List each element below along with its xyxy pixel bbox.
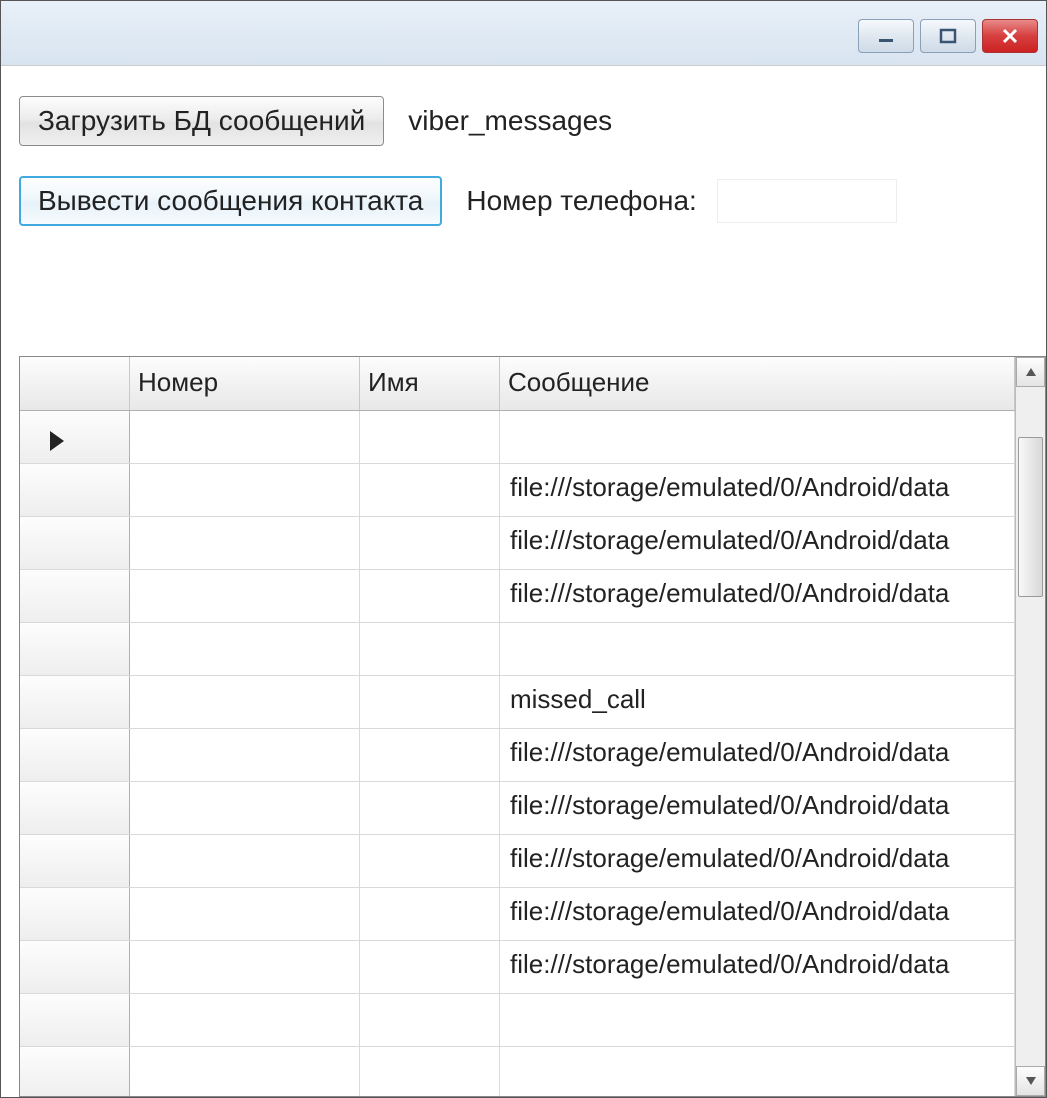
column-header-name[interactable]: Имя bbox=[360, 357, 500, 410]
table-row[interactable]: file:///storage/emulated/0/Android/data bbox=[20, 570, 1015, 623]
row-indicator bbox=[20, 994, 130, 1046]
vertical-scrollbar[interactable] bbox=[1015, 357, 1045, 1096]
cell-name bbox=[360, 941, 500, 993]
table-row[interactable] bbox=[20, 411, 1015, 464]
messages-grid[interactable]: Номер Имя Сообщение file:///storage/emul… bbox=[19, 356, 1046, 1097]
maximize-icon bbox=[938, 26, 958, 46]
cell-message: file:///storage/emulated/0/Android/data bbox=[500, 729, 1015, 781]
minimize-button[interactable] bbox=[858, 19, 914, 53]
cell-name bbox=[360, 623, 500, 675]
cell-number bbox=[130, 464, 360, 516]
table-row[interactable]: file:///storage/emulated/0/Android/data bbox=[20, 517, 1015, 570]
row-indicator bbox=[20, 1047, 130, 1096]
cell-message bbox=[500, 623, 1015, 675]
scroll-up-button[interactable] bbox=[1016, 357, 1045, 387]
db-name-label: viber_messages bbox=[408, 105, 612, 137]
cell-message: file:///storage/emulated/0/Android/data bbox=[500, 888, 1015, 940]
export-contact-messages-button[interactable]: Вывести сообщения контакта bbox=[19, 176, 442, 226]
minimize-icon bbox=[876, 26, 896, 46]
close-icon bbox=[1000, 26, 1020, 46]
app-window: Загрузить БД сообщений viber_messages Вы… bbox=[0, 0, 1047, 1098]
row-indicator bbox=[20, 411, 130, 463]
row-indicator bbox=[20, 676, 130, 728]
table-row[interactable]: file:///storage/emulated/0/Android/data bbox=[20, 835, 1015, 888]
cell-number bbox=[130, 888, 360, 940]
row-indicator bbox=[20, 835, 130, 887]
phone-number-input[interactable] bbox=[717, 179, 897, 223]
column-header-message[interactable]: Сообщение bbox=[500, 357, 1015, 410]
cell-name bbox=[360, 835, 500, 887]
cell-message: missed_call bbox=[500, 676, 1015, 728]
row-indicator bbox=[20, 729, 130, 781]
cell-name bbox=[360, 676, 500, 728]
cell-message bbox=[500, 411, 1015, 463]
titlebar bbox=[1, 1, 1046, 66]
cell-number bbox=[130, 676, 360, 728]
table-row[interactable]: missed_call bbox=[20, 676, 1015, 729]
cell-number bbox=[130, 623, 360, 675]
scroll-thumb[interactable] bbox=[1018, 437, 1043, 597]
cell-message bbox=[500, 994, 1015, 1046]
cell-name bbox=[360, 782, 500, 834]
cell-message bbox=[500, 1047, 1015, 1096]
cell-message: file:///storage/emulated/0/Android/data bbox=[500, 517, 1015, 569]
cell-number bbox=[130, 1047, 360, 1096]
chevron-up-icon bbox=[1025, 366, 1037, 378]
row-indicator bbox=[20, 941, 130, 993]
row-indicator bbox=[20, 782, 130, 834]
cell-number bbox=[130, 729, 360, 781]
load-db-button[interactable]: Загрузить БД сообщений bbox=[19, 96, 384, 146]
cell-message: file:///storage/emulated/0/Android/data bbox=[500, 941, 1015, 993]
cell-number bbox=[130, 411, 360, 463]
cell-number bbox=[130, 517, 360, 569]
cell-message: file:///storage/emulated/0/Android/data bbox=[500, 835, 1015, 887]
cell-name bbox=[360, 570, 500, 622]
table-row[interactable] bbox=[20, 623, 1015, 676]
grid-body: file:///storage/emulated/0/Android/dataf… bbox=[20, 411, 1015, 1096]
cell-message: file:///storage/emulated/0/Android/data bbox=[500, 570, 1015, 622]
cell-message: file:///storage/emulated/0/Android/data bbox=[500, 782, 1015, 834]
row-indicator bbox=[20, 570, 130, 622]
cell-message: file:///storage/emulated/0/Android/data bbox=[500, 464, 1015, 516]
toolbar: Загрузить БД сообщений viber_messages Вы… bbox=[1, 66, 1046, 266]
grid-header: Номер Имя Сообщение bbox=[20, 357, 1015, 411]
table-row[interactable]: file:///storage/emulated/0/Android/data bbox=[20, 464, 1015, 517]
cell-name bbox=[360, 729, 500, 781]
current-row-arrow-icon bbox=[50, 431, 64, 451]
maximize-button[interactable] bbox=[920, 19, 976, 53]
column-header-indicator[interactable] bbox=[20, 357, 130, 410]
cell-name bbox=[360, 1047, 500, 1096]
table-row[interactable]: file:///storage/emulated/0/Android/data bbox=[20, 888, 1015, 941]
cell-number bbox=[130, 782, 360, 834]
phone-number-label: Номер телефона: bbox=[466, 185, 696, 217]
table-row[interactable]: file:///storage/emulated/0/Android/data bbox=[20, 729, 1015, 782]
column-header-number[interactable]: Номер bbox=[130, 357, 360, 410]
cell-number bbox=[130, 994, 360, 1046]
cell-name bbox=[360, 411, 500, 463]
chevron-down-icon bbox=[1025, 1075, 1037, 1087]
cell-number bbox=[130, 570, 360, 622]
cell-number bbox=[130, 835, 360, 887]
client-area: Загрузить БД сообщений viber_messages Вы… bbox=[1, 66, 1046, 1097]
row-indicator bbox=[20, 517, 130, 569]
table-row[interactable] bbox=[20, 994, 1015, 1047]
table-row[interactable]: file:///storage/emulated/0/Android/data bbox=[20, 941, 1015, 994]
cell-name bbox=[360, 888, 500, 940]
cell-number bbox=[130, 941, 360, 993]
scroll-down-button[interactable] bbox=[1016, 1066, 1045, 1096]
table-row[interactable] bbox=[20, 1047, 1015, 1096]
row-indicator bbox=[20, 888, 130, 940]
cell-name bbox=[360, 464, 500, 516]
table-row[interactable]: file:///storage/emulated/0/Android/data bbox=[20, 782, 1015, 835]
row-indicator bbox=[20, 623, 130, 675]
row-indicator bbox=[20, 464, 130, 516]
cell-name bbox=[360, 994, 500, 1046]
close-button[interactable] bbox=[982, 19, 1038, 53]
cell-name bbox=[360, 517, 500, 569]
